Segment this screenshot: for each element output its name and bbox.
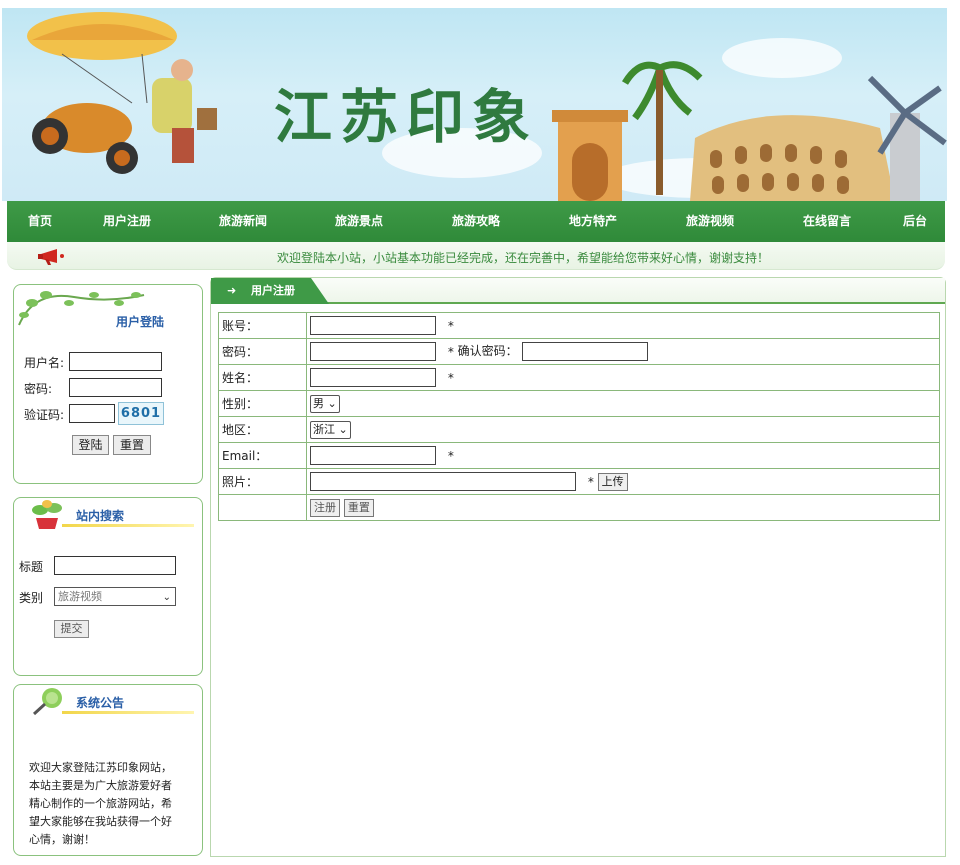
form-row-password: 密码： * 确认密码： — [218, 338, 940, 365]
site-title: 江苏印象 — [274, 83, 539, 151]
upload-button[interactable]: 上传 — [597, 472, 628, 491]
form-row-email: Email： * — [218, 442, 940, 469]
login-button[interactable]: 登陆 — [72, 435, 109, 455]
search-category-select[interactable]: 旅游视频 ⌄ — [54, 587, 176, 606]
email-label: Email： — [218, 442, 307, 469]
search-category-value: 旅游视频 — [58, 590, 102, 603]
login-title: 用户登陆 — [116, 315, 165, 329]
required-mark: * — [447, 370, 454, 385]
title-underline — [62, 711, 194, 714]
register-panel: ➜ 用户注册 账号： * 密码： * 确认密码： 姓名： * 性别： 男 ⌄ 地… — [210, 277, 946, 857]
login-reset-button[interactable]: 重置 — [113, 435, 151, 455]
nav-item-guides[interactable]: 旅游攻略 — [446, 201, 506, 242]
form-row-account: 账号： * — [218, 312, 940, 339]
photo-label: 照片： — [218, 468, 307, 495]
scooter-illustration — [27, 12, 217, 174]
register-submit-button[interactable]: 注册 — [310, 498, 340, 517]
search-box: 站内搜索 标题 类别 旅游视频 ⌄ 提交 — [13, 497, 203, 676]
password-input[interactable] — [310, 342, 436, 361]
name-cell: * — [306, 364, 940, 391]
nav-item-home[interactable]: 首页 — [15, 201, 65, 242]
required-mark: * — [587, 474, 594, 489]
register-reset-button[interactable]: 重置 — [343, 498, 374, 517]
login-box: 用户登陆 用户名: 密码: 验证码: 6801 登陆 重置 — [13, 284, 203, 484]
photo-cell: * 上传 — [306, 468, 940, 495]
form-row-gender: 性别： 男 ⌄ — [218, 390, 940, 417]
nav-item-messages[interactable]: 在线留言 — [797, 201, 857, 242]
chevron-down-icon: ⌄ — [338, 422, 348, 436]
tab-register[interactable]: ➜ 用户注册 — [211, 278, 329, 304]
region-cell: 浙江 ⌄ — [306, 416, 940, 443]
confirm-password-label: 确认密码： — [457, 344, 518, 358]
password-label: 密码: — [24, 382, 53, 396]
confirm-password-input[interactable] — [521, 342, 648, 361]
form-row-region: 地区： 浙江 ⌄ — [218, 416, 940, 443]
arrow-right-icon: ➜ — [227, 284, 237, 297]
page: 江苏印象 首页 用户注册 旅游新闻 旅游景点 旅游攻略 地方特产 旅游视频 在线… — [0, 0, 960, 865]
register-form: 账号： * 密码： * 确认密码： 姓名： * 性别： 男 ⌄ 地区： 浙江 ⌄… — [218, 312, 940, 521]
panel-tabbar: ➜ 用户注册 — [211, 278, 945, 304]
search-title-input[interactable] — [54, 556, 176, 575]
actions-cell: 注册 重置 — [306, 494, 940, 521]
announcement-box: 系统公告 欢迎大家登陆江苏印象网站，本站主要是为广大旅游爱好者精心制作的一个旅游… — [13, 684, 203, 856]
search-category-label: 类别 — [19, 591, 44, 605]
main-nav: 首页 用户注册 旅游新闻 旅游景点 旅游攻略 地方特产 旅游视频 在线留言 后台 — [7, 201, 945, 242]
account-input[interactable] — [310, 316, 436, 335]
captcha-label: 验证码: — [24, 408, 65, 422]
region-select[interactable]: 浙江 ⌄ — [310, 420, 351, 439]
email-cell: * — [306, 442, 940, 469]
captcha-input[interactable] — [69, 404, 115, 423]
account-cell: * — [306, 312, 940, 339]
search-title: 站内搜索 — [76, 509, 125, 523]
email-input[interactable] — [310, 446, 436, 465]
chevron-down-icon: ⌄ — [327, 396, 337, 410]
photo-path-input[interactable] — [310, 472, 576, 491]
tab-register-label: 用户注册 — [251, 284, 295, 297]
gender-select[interactable]: 男 ⌄ — [310, 394, 340, 413]
username-label: 用户名: — [24, 356, 65, 370]
name-label: 姓名： — [218, 364, 307, 391]
gender-value: 男 — [313, 396, 324, 410]
nav-item-news[interactable]: 旅游新闻 — [213, 201, 273, 242]
search-title-label: 标题 — [19, 560, 44, 574]
actions-spacer — [218, 494, 307, 521]
form-row-actions: 注册 重置 — [218, 494, 940, 521]
announcement-title: 系统公告 — [76, 696, 125, 710]
required-mark: * — [447, 448, 454, 463]
chevron-down-icon: ⌄ — [162, 592, 171, 603]
captcha-image[interactable]: 6801 — [118, 402, 164, 425]
form-row-photo: 照片： * 上传 — [218, 468, 940, 495]
account-label: 账号： — [218, 312, 307, 339]
region-label: 地区： — [218, 416, 307, 443]
megaphone-icon — [38, 249, 64, 265]
region-value: 浙江 — [313, 422, 335, 436]
password-cell: * 确认密码： — [306, 338, 940, 365]
title-underline — [62, 524, 194, 527]
announcement-body: 欢迎大家登陆江苏印象网站，本站主要是为广大旅游爱好者精心制作的一个旅游网站，希望… — [29, 761, 172, 846]
search-submit-button[interactable]: 提交 — [54, 620, 89, 638]
form-row-name: 姓名： * — [218, 364, 940, 391]
notice-text: 欢迎登陆本小站，小站基本功能已经完成，还在完善中，希望能给您带来好心情，谢谢支持… — [277, 251, 770, 265]
landmarks-illustration — [552, 61, 947, 201]
gender-cell: 男 ⌄ — [306, 390, 940, 417]
nav-item-attractions[interactable]: 旅游景点 — [329, 201, 389, 242]
nav-item-register[interactable]: 用户注册 — [97, 201, 157, 242]
site-banner: 江苏印象 — [2, 8, 947, 201]
name-input[interactable] — [310, 368, 436, 387]
notice-bar: 欢迎登陆本小站，小站基本功能已经完成，还在完善中，希望能给您带来好心情，谢谢支持… — [7, 242, 945, 270]
required-mark: * — [447, 318, 454, 333]
username-input[interactable] — [69, 352, 162, 371]
gender-label: 性别： — [218, 390, 307, 417]
nav-item-videos[interactable]: 旅游视频 — [680, 201, 740, 242]
required-mark: * — [447, 344, 454, 359]
password-label: 密码： — [218, 338, 307, 365]
password-input[interactable] — [69, 378, 162, 397]
nav-item-specialties[interactable]: 地方特产 — [563, 201, 623, 242]
nav-item-admin[interactable]: 后台 — [895, 201, 935, 242]
